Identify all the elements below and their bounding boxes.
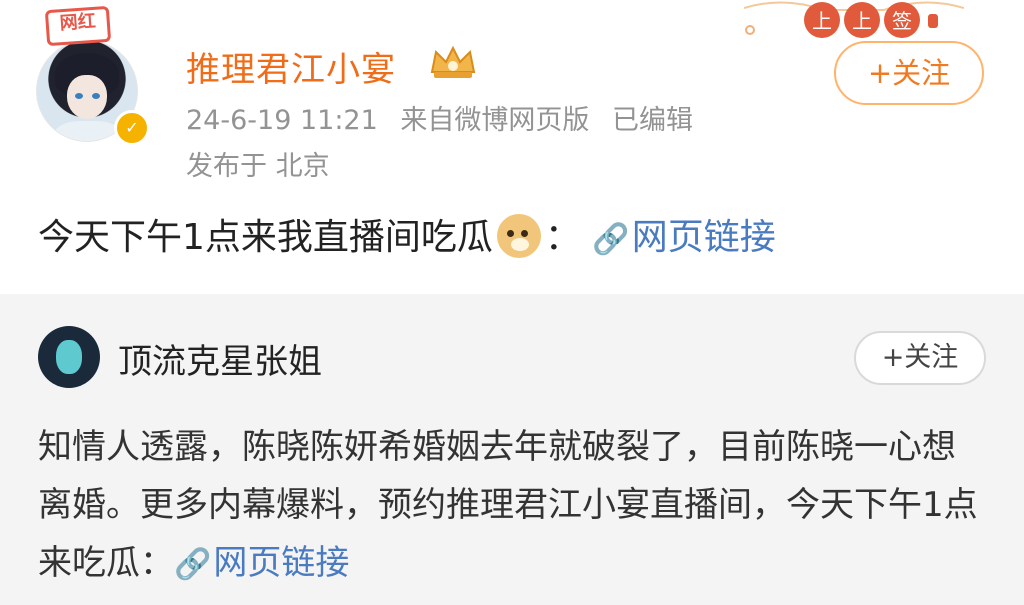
weibo-post: 网红 ✓ 推理君江小宴 24-6-19 11:21 来自微博网页版 已编辑 发布… bbox=[0, 0, 1024, 294]
influencer-badge: 网红 bbox=[44, 5, 112, 47]
post-content: 今天下午1点来我直播间吃瓜 ： 🔗网页链接 bbox=[38, 208, 776, 264]
timestamp[interactable]: 24-6-19 11:21 bbox=[186, 105, 378, 136]
link-icon: 🔗 bbox=[174, 547, 212, 582]
post-text: 今天下午1点来我直播间吃瓜 bbox=[38, 217, 493, 258]
avatar-eye bbox=[92, 93, 100, 99]
post-location: 发布于 北京 bbox=[186, 151, 330, 182]
edited-label[interactable]: 已编辑 bbox=[612, 105, 693, 136]
post-source: 来自微博网页版 bbox=[400, 105, 590, 136]
repost-avatar-face bbox=[56, 340, 82, 374]
avatar-body bbox=[55, 121, 121, 141]
repost-web-link[interactable]: 🔗网页链接 bbox=[174, 543, 349, 583]
sign-in-decoration-icon[interactable]: 上 上 签 bbox=[744, 0, 964, 40]
author-name[interactable]: 推理君江小宴 bbox=[186, 42, 396, 91]
repost-content: 知情人透露，陈晓陈妍希婚姻去年就破裂了，目前陈晓一心想离婚。更多内幕爆料，预约推… bbox=[38, 418, 988, 594]
author-avatar-wrap[interactable]: 网红 ✓ bbox=[36, 5, 150, 146]
link-icon: 🔗 bbox=[592, 222, 630, 257]
repost-web-link-label[interactable]: 网页链接 bbox=[213, 543, 349, 583]
avatar-face bbox=[67, 75, 107, 119]
avatar-eye bbox=[75, 93, 83, 99]
follow-button[interactable]: +关注 bbox=[834, 41, 984, 105]
vip-crown-icon bbox=[430, 45, 476, 78]
repost-avatar[interactable] bbox=[38, 326, 100, 388]
web-link[interactable]: 🔗网页链接 bbox=[592, 217, 775, 258]
web-link-label[interactable]: 网页链接 bbox=[632, 217, 776, 258]
post-colon: ： bbox=[544, 217, 581, 258]
deco-char-2: 上 bbox=[852, 9, 872, 33]
verified-icon: ✓ bbox=[114, 110, 150, 146]
doge-emoji-icon bbox=[496, 214, 541, 258]
repost-author-name[interactable]: 顶流克星张姐 bbox=[118, 334, 322, 383]
reposted-card[interactable]: 顶流克星张姐 +关注 知情人透露，陈晓陈妍希婚姻去年就破裂了，目前陈晓一心想离婚… bbox=[0, 294, 1024, 605]
deco-char-1: 上 bbox=[812, 9, 832, 33]
repost-follow-button[interactable]: +关注 bbox=[854, 331, 986, 385]
post-meta: 24-6-19 11:21 来自微博网页版 已编辑 bbox=[186, 98, 707, 137]
deco-char-3: 签 bbox=[892, 9, 912, 33]
